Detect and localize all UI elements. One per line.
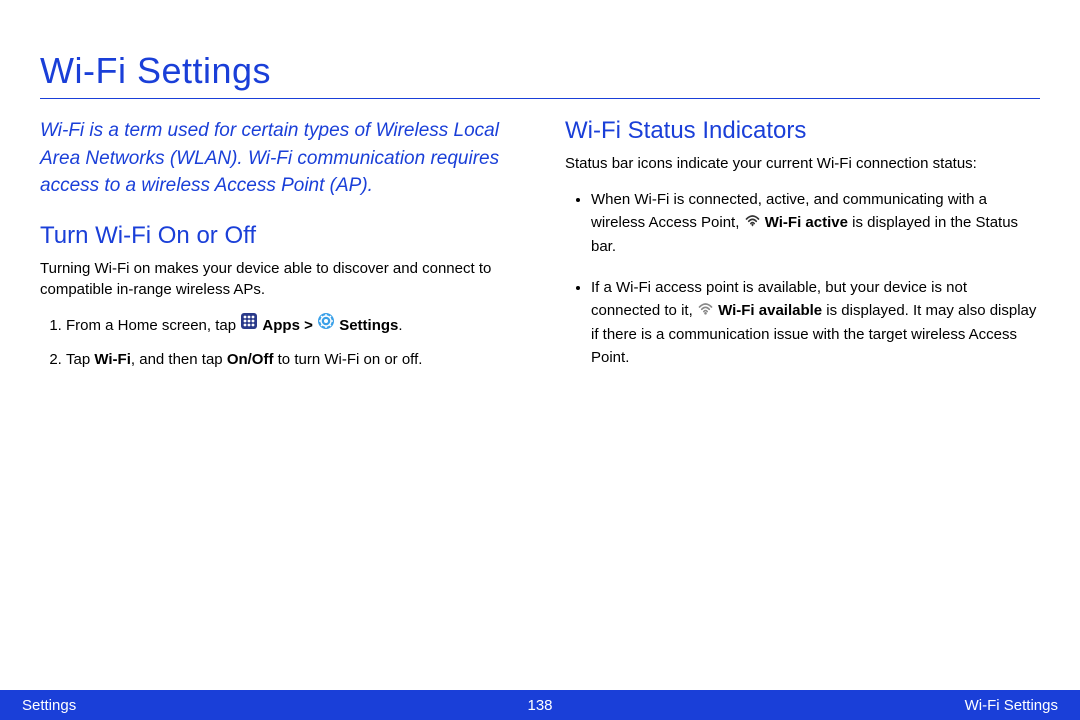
step-1: From a Home screen, tap Apps > Settings.: [66, 314, 515, 338]
apps-label: Apps: [262, 317, 300, 334]
page-title: Wi-Fi Settings: [40, 50, 1040, 92]
step-2-b: , and then tap: [131, 351, 227, 368]
intro-paragraph: Wi-Fi is a term used for certain types o…: [40, 117, 515, 200]
step-1-prefix: From a Home screen, tap: [66, 317, 240, 334]
b2-bold: Wi-Fi available: [718, 302, 822, 319]
status-desc: Status bar icons indicate your current W…: [565, 153, 1040, 174]
title-rule: [40, 98, 1040, 99]
footer-page-number: 138: [527, 697, 552, 714]
step-1-suffix: .: [398, 317, 402, 334]
wifi-available-icon: [698, 299, 713, 322]
step-2: Tap Wi-Fi, and then tap On/Off to turn W…: [66, 348, 515, 372]
gt-separator: >: [300, 317, 317, 334]
left-column: Wi-Fi is a term used for certain types o…: [40, 117, 515, 388]
footer-left: Settings: [22, 697, 76, 714]
section-heading-turn-wifi: Turn Wi-Fi On or Off: [40, 222, 515, 250]
status-bullet-active: When Wi-Fi is connected, active, and com…: [591, 188, 1040, 258]
step-2-c: to turn Wi-Fi on or off.: [273, 351, 422, 368]
footer-bar: Settings 138 Wi-Fi Settings: [0, 690, 1080, 720]
b1-bold: Wi-Fi active: [765, 214, 848, 231]
status-list: When Wi-Fi is connected, active, and com…: [565, 188, 1040, 370]
status-bullet-available: If a Wi-Fi access point is available, bu…: [591, 276, 1040, 369]
settings-label: Settings: [339, 317, 398, 334]
step-2-onoff: On/Off: [227, 351, 274, 368]
step-2-a: Tap: [66, 351, 94, 368]
section-heading-status-indicators: Wi-Fi Status Indicators: [565, 117, 1040, 145]
columns: Wi-Fi is a term used for certain types o…: [40, 117, 1040, 388]
settings-gear-icon: [318, 313, 334, 337]
step-2-wifi: Wi-Fi: [94, 351, 131, 368]
footer-right: Wi-Fi Settings: [965, 697, 1058, 714]
right-column: Wi-Fi Status Indicators Status bar icons…: [565, 117, 1040, 388]
content-area: Wi-Fi Settings Wi-Fi is a term used for …: [0, 0, 1080, 388]
apps-grid-icon: [241, 313, 257, 337]
page: Wi-Fi Settings Wi-Fi is a term used for …: [0, 0, 1080, 720]
turn-wifi-desc: Turning Wi-Fi on makes your device able …: [40, 258, 515, 300]
wifi-active-icon: [745, 211, 760, 234]
steps-list: From a Home screen, tap Apps > Settings.…: [40, 314, 515, 372]
